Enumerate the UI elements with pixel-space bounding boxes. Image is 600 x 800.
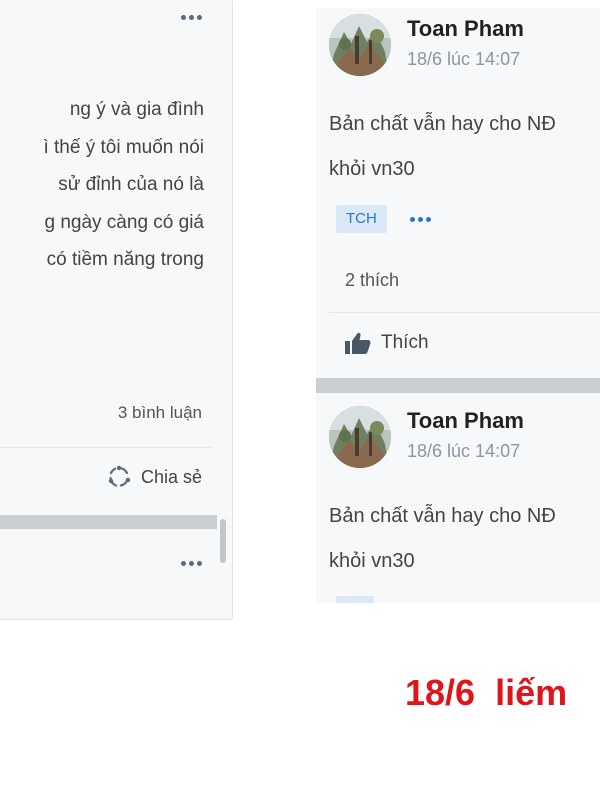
post-text-line: Bản chất vẫn hay cho NĐ	[329, 113, 556, 135]
post-text-line: khỏi vn30	[329, 550, 415, 572]
author-name[interactable]: Toan Pham	[407, 408, 524, 434]
post-body-line: sử đỉnh của nó là	[58, 174, 204, 195]
stock-tag-partial	[336, 596, 374, 603]
post-timestamp[interactable]: 18/6 lúc 14:07	[407, 441, 520, 462]
thumbs-up-icon	[345, 332, 371, 354]
post-body-line: ì thế ý tôi muốn nói	[43, 136, 204, 158]
post-body-line: có tiềm năng trong	[46, 249, 204, 270]
more-tags-icon[interactable]	[410, 217, 431, 222]
stock-tag[interactable]: TCH	[336, 205, 387, 233]
avatar-image	[329, 14, 391, 76]
avatar[interactable]	[329, 14, 391, 76]
like-button[interactable]: Thích	[345, 332, 429, 354]
share-button[interactable]: Chia sẻ	[107, 465, 202, 489]
overlay-caption: 18/6 liếm	[405, 672, 568, 713]
comment-feed: Toan Pham 18/6 lúc 14:07 Bản chất vẫn ha…	[316, 8, 600, 603]
divider	[0, 447, 212, 448]
avatar[interactable]	[329, 406, 391, 468]
scrollbar-thumb[interactable]	[220, 519, 226, 563]
post-body-text: ng ý và gia đình ì thế ý tôi muốn nói sử…	[0, 91, 204, 279]
more-options-icon[interactable]	[181, 561, 202, 566]
post-body-line: ng ý và gia đình	[69, 99, 204, 120]
avatar-image	[329, 406, 391, 468]
author-name[interactable]: Toan Pham	[407, 16, 524, 42]
post-text: Bản chất vẫn hay cho NĐ khỏi vn30	[329, 494, 556, 584]
separator-bar	[316, 378, 600, 393]
comments-count-link[interactable]: 3 bình luận	[118, 403, 202, 423]
post-body-line: g ngày càng có giá	[44, 211, 204, 233]
left-post-card: ng ý và gia đình ì thế ý tôi muốn nói sử…	[0, 0, 233, 620]
like-label: Thích	[381, 332, 429, 353]
separator-bar	[0, 515, 217, 529]
post-text-line: khỏi vn30	[329, 158, 415, 180]
post-text: Bản chất vẫn hay cho NĐ khỏi vn30	[329, 102, 556, 192]
post-timestamp[interactable]: 18/6 lúc 14:07	[407, 49, 520, 70]
divider	[329, 312, 600, 313]
likes-count[interactable]: 2 thích	[345, 270, 399, 291]
share-icon	[108, 465, 131, 487]
share-label: Chia sẻ	[140, 466, 202, 487]
more-options-icon[interactable]	[181, 15, 202, 20]
post-text-line: Bản chất vẫn hay cho NĐ	[329, 505, 556, 527]
